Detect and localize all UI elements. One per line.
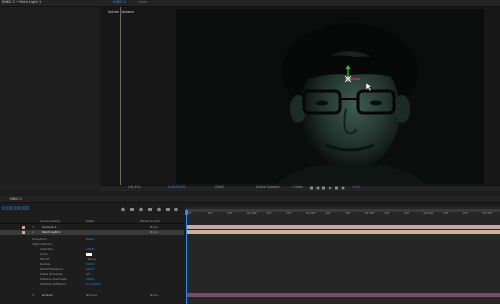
ruler-tick-label: 0f [188, 211, 191, 215]
time-ruler[interactable]: 0f 10f 20f 01:00f 10f 20f 02:00f 10f 20f 03:00f 10… [186, 212, 500, 218]
tab-layer[interactable]: Layer [138, 0, 148, 5]
layer-number: 1 [32, 224, 34, 229]
timeline-tab-bar [0, 196, 500, 203]
layer-parent[interactable]: None [150, 230, 158, 234]
mouse-cursor-icon [365, 82, 373, 92]
prop-name: Casts Shadows [40, 271, 63, 276]
ruler-tick-label: 02:00f [305, 211, 316, 215]
col-source-name[interactable]: Source Name [40, 220, 60, 223]
layer-mode[interactable]: Normal [86, 293, 97, 297]
light-position-gizmo[interactable] [336, 65, 366, 87]
ruler-tick-label: 03:00f [364, 211, 375, 215]
views-dropdown[interactable]: 1 View [292, 185, 303, 189]
ruler-tick-label: 04:00f [423, 211, 434, 215]
layer-number: 2 [32, 229, 34, 234]
project-tab[interactable]: ENKO 2 • Point Light 1 [2, 0, 41, 5]
tab-comp[interactable]: ENKO 2 [113, 0, 126, 5]
light-options-label[interactable]: Light Options [32, 242, 52, 246]
project-panel [0, 7, 100, 190]
ruler-tick-label: 10f [384, 211, 390, 215]
prop-value[interactable]: 0.0 pixels [86, 282, 100, 286]
prop-row[interactable]: Shadow Diffusion 0.0 pixels [0, 282, 184, 287]
footage-image [176, 9, 484, 184]
prop-value[interactable]: 100% [86, 247, 95, 251]
layer-row-point-light[interactable]: 2 Point Light 1 None [0, 230, 184, 235]
layer-name[interactable]: wndow [42, 293, 53, 297]
ruler-tick-label: 10f [443, 211, 448, 215]
prop-name: Falloff Distance [40, 266, 63, 271]
layer-color-label [22, 231, 25, 234]
layer-parent[interactable]: None [150, 293, 158, 297]
layer-name[interactable]: Camera 1 [42, 225, 57, 229]
ruler-tick-label: 20f [227, 211, 233, 215]
transform-label[interactable]: Transform [32, 237, 47, 241]
ruler-tick-label: 10f [207, 211, 213, 215]
view-mode-dropdown[interactable]: Active Camera [256, 185, 279, 189]
col-parent[interactable]: Parent & Link [140, 220, 160, 223]
comp-canvas[interactable] [176, 9, 484, 184]
transform-reset[interactable]: Reset [86, 237, 94, 241]
color-swatch[interactable] [86, 252, 92, 256]
ruler-tick-label: 05:00f [482, 211, 493, 215]
layer-color-label [22, 226, 25, 229]
col-mode[interactable]: Mode [86, 220, 94, 223]
prop-name: Shadow Darkness [40, 276, 67, 281]
viewer-toolbar-icons[interactable] [310, 186, 348, 190]
prop-name: Radius [40, 261, 51, 266]
prop-value[interactable]: 100% [86, 277, 95, 281]
resolution-dropdown[interactable]: (Half) [215, 185, 224, 189]
playhead[interactable] [186, 209, 187, 304]
timeline-toolbar-icons[interactable] [120, 207, 180, 212]
prop-value-dropdown[interactable]: None [88, 257, 96, 261]
comp-tab-bar [100, 0, 500, 7]
prop-value[interactable]: 500.0 [86, 262, 95, 266]
viewer-guide-line [120, 7, 121, 185]
exposure-value[interactable]: +0.0 [352, 185, 360, 189]
track-bar-point-light[interactable] [186, 230, 500, 234]
ruler-tick-label: 20f [345, 211, 350, 215]
ruler-tick-label: 01:00f [246, 211, 257, 215]
zoom-dropdown[interactable]: (49.4%) [128, 185, 141, 189]
viewer-timecode[interactable]: 0;00;00;00 [168, 185, 185, 189]
prop-name: Intensity [40, 246, 54, 251]
layer-parent[interactable]: None [150, 225, 158, 229]
track-bar-wndow[interactable] [186, 293, 500, 297]
prop-name: Falloff [40, 256, 49, 261]
playhead-handle[interactable] [185, 210, 188, 215]
layer-number: 3 [32, 292, 34, 297]
ruler-tick-label: 20f [403, 211, 409, 215]
prop-value[interactable]: 500.0 [86, 267, 95, 271]
layer-row-wndow[interactable]: 3 wndow Normal None [0, 293, 184, 298]
layer-name[interactable]: Point Light 1 [42, 230, 61, 234]
ruler-tick-label: 10f [266, 211, 272, 215]
prop-value[interactable]: Off [86, 272, 90, 276]
prop-name: Color [40, 251, 48, 256]
track-area[interactable]: 0f 10f 20f 01:00f 10f 20f 02:00f 10f 20f 03:00f 10… [185, 207, 500, 304]
timeline-comp-tab[interactable]: ENKO 2 [10, 197, 22, 201]
ruler-tick-label: 10f [325, 211, 331, 215]
ruler-tick-label: 20f [286, 211, 291, 215]
track-bar-camera[interactable] [186, 225, 500, 229]
timeline-timecode[interactable]: 0;00;00;00 [2, 207, 29, 212]
prop-name: Shadow Diffusion [40, 281, 67, 286]
ruler-tick-label: 20f [462, 211, 468, 215]
